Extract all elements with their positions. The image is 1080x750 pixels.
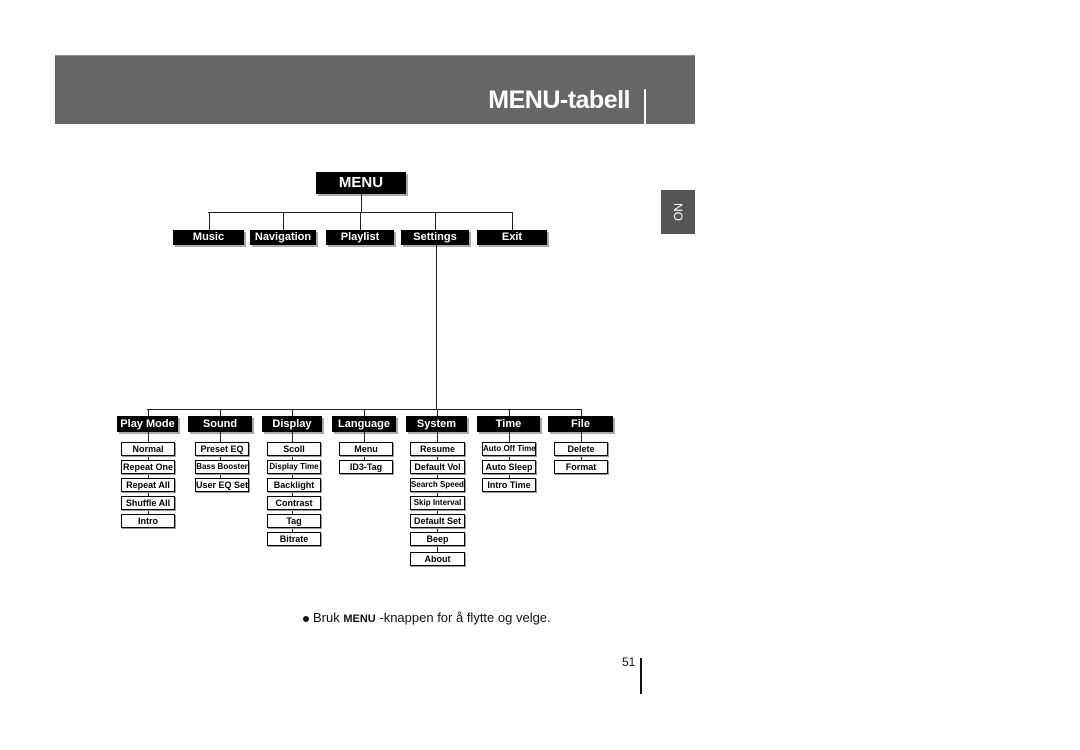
menu-option: Default Set [410,514,465,528]
note-prefix: Bruk [313,610,340,625]
connector [509,409,510,416]
menu-option: Default Vol [410,460,465,474]
page-title: MENU-tabell [488,86,630,114]
menu-option: Delete [554,442,608,456]
menu-option: Bass Booster [195,460,249,474]
menu-root-box: MENU [316,172,406,194]
menu-option: Resume [410,442,465,456]
submenu-sound-effect: Sound Effect [188,416,252,446]
menu-option: Normal [121,442,175,456]
bullet-icon [303,615,309,622]
menu-item-navigation: Navigation [250,230,316,245]
menu-item-exit: Exit [477,230,547,245]
language-tab-label: NO [671,203,685,221]
menu-item-playlist: Playlist [326,230,394,245]
menu-option: Backlight [267,478,321,492]
page-number-divider [640,658,642,694]
title-divider [644,89,646,131]
connector [435,212,436,230]
menu-option: Contrast [267,496,321,510]
menu-option: Auto Sleep [482,460,536,474]
menu-option: Search Speed [410,478,465,492]
menu-option: Auto Off Time [482,442,536,456]
menu-option: Bitrate [267,532,321,546]
menu-item-settings: Settings [401,230,469,245]
connector [360,212,361,230]
menu-option: Beep [410,532,465,546]
connector [364,409,365,416]
menu-option: Format [554,460,608,474]
menu-option: Scoll [267,442,321,456]
language-tab: NO [661,190,695,234]
submenu-display: Display [262,416,322,432]
connector [283,212,284,230]
menu-option: User EQ Set [195,478,249,492]
menu-option: ID3-Tag [339,460,393,474]
menu-option: Intro [121,514,175,528]
submenu-system: System [406,416,467,432]
connector [209,212,210,230]
usage-note: Bruk MENU -knappen for å flytte og velge… [303,610,551,625]
menu-option: Shuffle All [121,496,175,510]
menu-option: About [410,552,465,566]
connector [581,409,582,416]
connector [220,409,221,416]
page-header: MENU-tabell [55,55,695,131]
connector [436,245,437,409]
note-suffix: -knappen for å flytte og velge. [379,610,551,625]
submenu-language: Language [332,416,396,432]
menu-item-music: Music [173,230,244,245]
note-key: MENU [343,613,376,625]
menu-option: Skip Interval [410,496,465,510]
submenu-time: Time [477,416,540,432]
submenu-file: File [548,416,613,432]
menu-option: Menu [339,442,393,456]
menu-option: Repeat All [121,478,175,492]
connector [512,212,513,230]
menu-option: Repeat One [121,460,175,474]
menu-option: Preset EQ [195,442,249,456]
menu-option: Display Time [267,460,321,474]
connector [148,409,149,416]
connector [361,194,362,212]
submenu-play-mode: Play Mode [117,416,178,432]
menu-option: Intro Time [482,478,536,492]
menu-option: Tag [267,514,321,528]
connector [437,409,438,416]
page-number: 51 [622,655,636,669]
connector [292,409,293,416]
